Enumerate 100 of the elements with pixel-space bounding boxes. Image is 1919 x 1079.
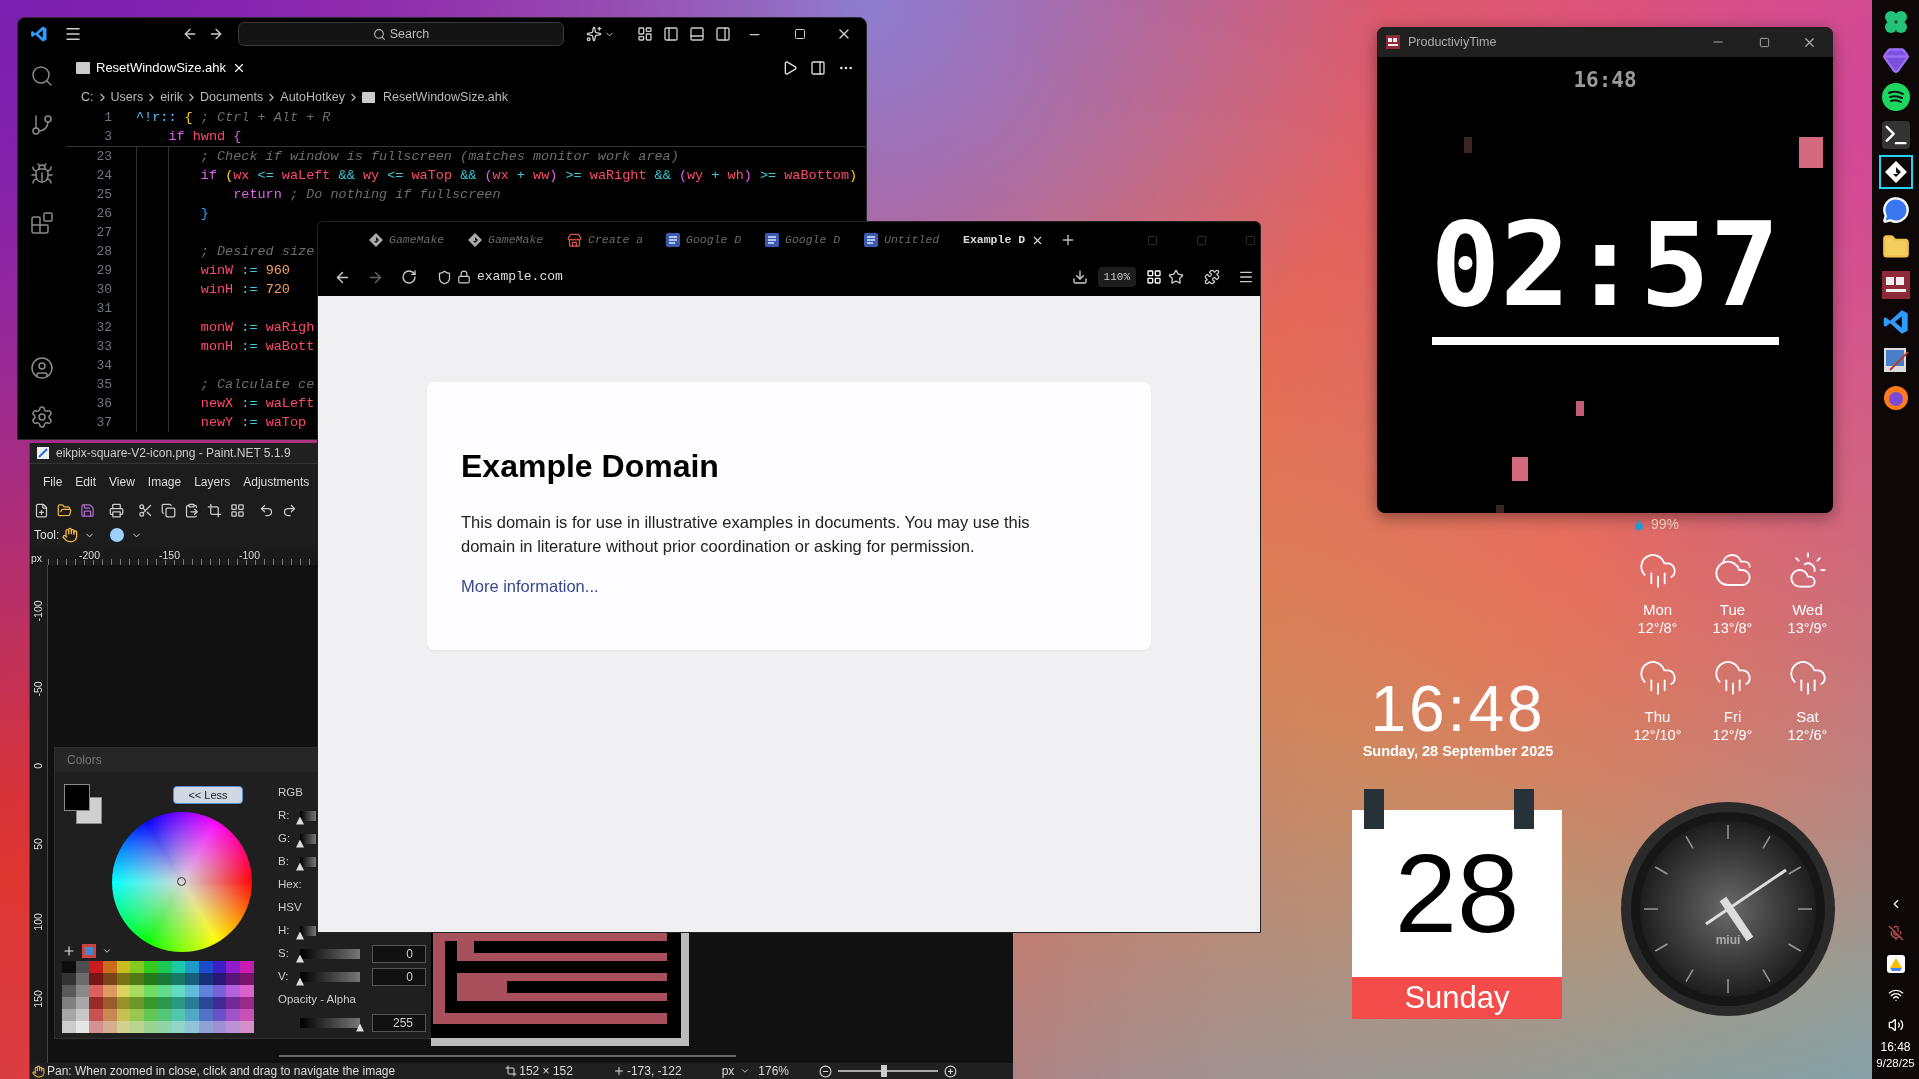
menu-item[interactable]: View — [109, 472, 135, 491]
source-control-icon[interactable] — [30, 113, 54, 137]
address-bar[interactable]: example.com — [477, 267, 563, 287]
more-information-link[interactable]: More information... — [461, 574, 599, 598]
extensions-icon[interactable] — [30, 211, 54, 235]
date-label: Sunday, 28 September 2025 — [1362, 742, 1554, 760]
cut-icon[interactable] — [138, 502, 153, 518]
zoom-in-icon[interactable] — [944, 1064, 957, 1078]
maximize-icon[interactable] — [1759, 36, 1770, 48]
caret-icon[interactable] — [102, 946, 112, 956]
settings-icon[interactable] — [30, 405, 54, 429]
split-editor-icon[interactable] — [810, 60, 826, 76]
wifi-icon[interactable] — [1887, 987, 1904, 1003]
color-swatches-icon[interactable] — [64, 784, 102, 824]
secondary-sidebar-toggle-icon[interactable] — [715, 26, 731, 42]
pixel-particle — [1464, 137, 1472, 153]
breadcrumb-item[interactable]: eirik — [160, 87, 184, 107]
slider-thumb[interactable] — [296, 954, 304, 963]
taskbar-time[interactable]: 16:48 — [1880, 1039, 1911, 1055]
slider-thumb[interactable] — [296, 931, 304, 940]
layout-icon[interactable] — [637, 26, 653, 42]
cursor-position-icon — [612, 1065, 625, 1077]
print-icon[interactable] — [109, 502, 124, 518]
search-icon[interactable] — [30, 64, 54, 88]
browser-tab[interactable]: Example D — [957, 226, 1056, 254]
forecast-temperature: 12°/10° — [1633, 726, 1682, 745]
browser-tab[interactable]: Untitled — [858, 226, 957, 254]
number-field[interactable]: 0 — [372, 944, 426, 963]
taskbar-date[interactable]: 9/28/25 — [1876, 1055, 1915, 1071]
diamond-arrow-icon — [468, 233, 482, 247]
current-time: 16:48 — [1573, 69, 1637, 91]
menu-icon[interactable] — [1238, 269, 1254, 285]
slider-thumb[interactable] — [296, 862, 304, 871]
bookmark-star-icon[interactable] — [1168, 269, 1184, 285]
sun-cloud-icon — [1787, 550, 1828, 590]
shield-icon[interactable] — [437, 269, 452, 285]
new-tab-icon[interactable] — [1060, 232, 1076, 248]
forward-icon[interactable] — [208, 26, 224, 42]
breadcrumb-item[interactable]: Documents — [200, 87, 264, 107]
open-folder-icon[interactable] — [57, 502, 72, 518]
crop-icon[interactable] — [207, 502, 222, 518]
number-field[interactable]: 0 — [372, 967, 426, 986]
browser-tab[interactable]: Google D — [660, 226, 759, 254]
hand-icon[interactable] — [62, 527, 79, 543]
save-icon[interactable] — [80, 502, 95, 518]
diamond-arrow-icon — [369, 233, 383, 247]
assistant-icon[interactable] — [586, 26, 602, 42]
download-icon[interactable] — [1071, 269, 1088, 285]
zoom-out-icon[interactable] — [819, 1064, 832, 1078]
search-field[interactable]: Search — [238, 22, 564, 46]
copy-icon[interactable] — [161, 502, 176, 518]
menu-item[interactable]: Edit — [75, 472, 97, 491]
volume-icon[interactable] — [1887, 1017, 1904, 1033]
menu-icon[interactable] — [64, 25, 82, 43]
calendar-ring — [1364, 789, 1384, 829]
apps-grid-icon[interactable] — [1146, 269, 1162, 285]
browser-tab[interactable]: Create a — [561, 226, 660, 254]
color-palette[interactable] — [62, 961, 254, 1033]
editor-tab[interactable]: ResetWindowSize.ahk — [76, 58, 247, 78]
run-icon[interactable] — [782, 60, 798, 76]
slider-thumb[interactable] — [296, 839, 304, 848]
caret-icon[interactable] — [740, 1066, 751, 1076]
browser-tab[interactable]: Google D — [759, 226, 858, 254]
zoom-slider-thumb[interactable] — [881, 1065, 887, 1077]
lock-icon[interactable] — [457, 270, 471, 284]
sidebar-toggle-icon[interactable] — [663, 26, 679, 42]
menu-item[interactable]: File — [43, 472, 63, 491]
menu-item[interactable]: Adjustments — [243, 472, 310, 491]
breadcrumb-item[interactable]: ResetWindowSize.ahk — [382, 87, 508, 107]
unit-selector[interactable]: px — [721, 1062, 735, 1079]
less-button[interactable]: << Less — [173, 786, 243, 804]
triangle-drive-icon[interactable] — [1886, 955, 1905, 973]
add-color-icon[interactable] — [62, 944, 76, 958]
ruler-label: -100 — [239, 550, 262, 560]
line-number: 3 — [103, 127, 112, 146]
microphone-muted-icon[interactable] — [1887, 925, 1904, 941]
new-file-icon[interactable] — [34, 502, 49, 518]
brush-shape-icon[interactable] — [109, 527, 126, 543]
browser-tab[interactable]: GameMake — [462, 226, 561, 254]
back-icon[interactable] — [182, 26, 198, 42]
undo-icon[interactable] — [259, 502, 274, 518]
menu-item[interactable]: Layers — [194, 472, 231, 491]
panel-toggle-icon[interactable] — [689, 26, 705, 42]
breadcrumb-item[interactable]: AutoHotkey — [280, 87, 345, 107]
browser-tab[interactable]: GameMake — [363, 226, 462, 254]
run-debug-icon[interactable] — [30, 162, 54, 186]
extensions-icon[interactable] — [1204, 269, 1220, 285]
zoom-level-button[interactable]: 110% — [1097, 267, 1136, 287]
slider-thumb[interactable] — [296, 977, 304, 986]
paste-icon[interactable] — [184, 502, 199, 518]
reload-icon[interactable] — [401, 269, 417, 285]
breadcrumb-item[interactable]: C: — [81, 87, 94, 107]
account-icon[interactable] — [30, 356, 54, 380]
breadcrumb-item[interactable]: Users — [110, 87, 144, 107]
field-label: H: — [278, 922, 291, 938]
redo-icon[interactable] — [282, 502, 297, 518]
slider-thumb[interactable] — [356, 1023, 364, 1032]
number-field[interactable]: 255 — [372, 1013, 426, 1032]
slider-thumb[interactable] — [296, 816, 304, 825]
menu-item[interactable]: Image — [147, 472, 182, 491]
